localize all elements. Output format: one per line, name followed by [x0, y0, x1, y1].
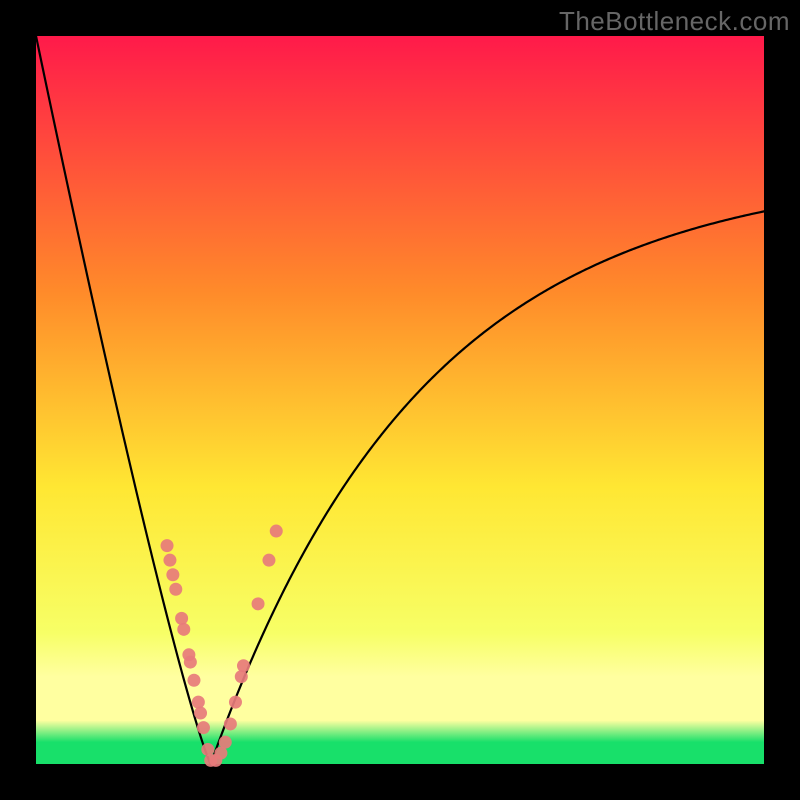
data-marker	[262, 554, 275, 567]
chart-frame: TheBottleneck.com	[0, 0, 800, 800]
bottleneck-chart	[0, 0, 800, 800]
data-marker	[175, 612, 188, 625]
data-marker	[177, 623, 190, 636]
data-marker	[235, 670, 248, 683]
data-marker	[197, 721, 210, 734]
data-marker	[224, 717, 237, 730]
data-marker	[270, 525, 283, 538]
plot-background	[36, 36, 764, 764]
data-marker	[219, 736, 232, 749]
data-marker	[169, 583, 182, 596]
data-marker	[163, 554, 176, 567]
data-marker	[192, 696, 205, 709]
data-marker	[237, 659, 250, 672]
data-marker	[194, 707, 207, 720]
data-marker	[161, 539, 174, 552]
data-marker	[252, 597, 265, 610]
watermark-text: TheBottleneck.com	[559, 6, 790, 37]
data-marker	[166, 568, 179, 581]
data-marker	[229, 696, 242, 709]
data-marker	[184, 656, 197, 669]
data-marker	[201, 743, 214, 756]
data-marker	[187, 674, 200, 687]
